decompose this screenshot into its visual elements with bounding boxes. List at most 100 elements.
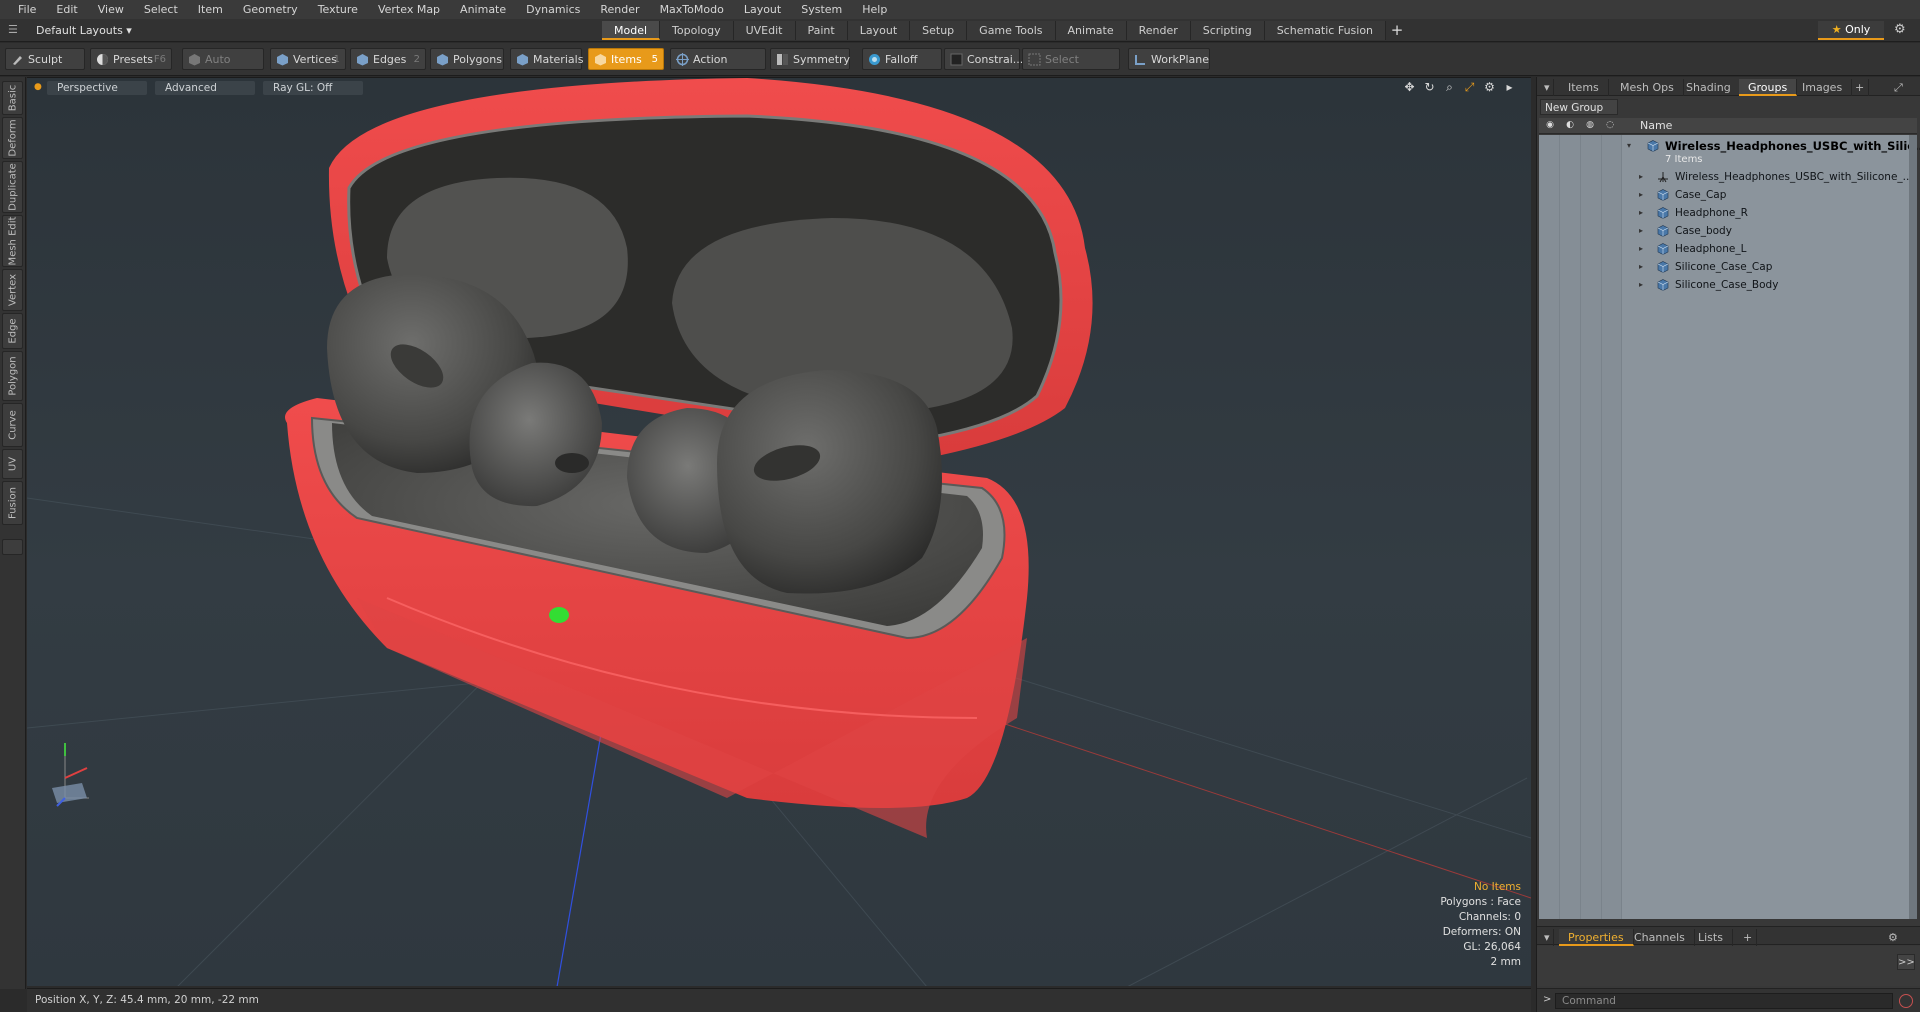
play-icon[interactable]: ▸ [1502, 80, 1517, 95]
tab-layout[interactable]: Layout [847, 21, 911, 40]
menu-item-help[interactable]: Help [852, 0, 897, 19]
perspective-button[interactable]: Perspective [47, 81, 147, 95]
maximize-icon[interactable]: ⤢ [1462, 80, 1477, 95]
vertices-button[interactable]: Vertices 1 [270, 48, 346, 70]
menu-item-item[interactable]: Item [188, 0, 233, 19]
tab-setup[interactable]: Setup [910, 21, 968, 40]
palette-extra-button[interactable] [2, 539, 23, 555]
action-center-button[interactable]: Action Center [670, 48, 766, 88]
palette-tab-fusion[interactable]: Fusion [2, 481, 23, 525]
tab-paint[interactable]: Paint [795, 21, 848, 40]
tab-schematic-fusion[interactable]: Schematic Fusion [1264, 21, 1387, 40]
presets-button[interactable]: Presets F6 [90, 48, 172, 70]
group-child-row[interactable]: ▸ Silicone_Case_Body [1621, 276, 1917, 294]
tree-toggle-icon[interactable]: ▸ [1639, 222, 1643, 240]
tab-topology[interactable]: Topology [660, 21, 734, 40]
pan-icon[interactable]: ✥ [1402, 80, 1417, 95]
select-through-button[interactable]: Select Through [1022, 48, 1120, 88]
zoom-icon[interactable]: ⌕ [1442, 80, 1457, 95]
group-child-row[interactable]: ▸ Silicone_Case_Cap [1621, 258, 1917, 276]
tab-render[interactable]: Render [1126, 21, 1191, 40]
expand-button[interactable]: >> [1897, 954, 1915, 970]
items-button[interactable]: Items 5 [588, 48, 664, 70]
panel-tab-mesh-ops[interactable]: Mesh Ops [1611, 79, 1684, 96]
palette-tab-polygon[interactable]: Polygon [2, 351, 23, 401]
new-group-button[interactable]: New Group [1540, 99, 1618, 115]
menu-item-system[interactable]: System [791, 0, 852, 19]
palette-tab-uv[interactable]: UV [2, 449, 23, 479]
tree-toggle-icon[interactable]: ▸ [1639, 168, 1643, 186]
workplane-button[interactable]: WorkPlane [1128, 48, 1210, 70]
properties-tab-properties[interactable]: Properties [1559, 929, 1634, 946]
symmetry-button[interactable]: Symmetry [770, 48, 850, 70]
render-icon[interactable]: ◐ [1563, 120, 1577, 132]
3d-viewport[interactable]: ● Perspective Advanced Ray GL: Off ✥ ↻ ⌕… [27, 77, 1531, 986]
sculpt-button[interactable]: Sculpt [5, 48, 85, 70]
tab-uvedit[interactable]: UVEdit [733, 21, 796, 40]
auto-select-button[interactable]: Auto Select [182, 48, 264, 88]
tab-game-tools[interactable]: Game Tools [967, 21, 1056, 40]
group-child-row[interactable]: ▸ Headphone_R [1621, 204, 1917, 222]
properties-settings-icon[interactable]: ⚙ [1885, 929, 1901, 946]
tab-model[interactable]: Model [602, 21, 661, 40]
add-properties-tab-icon[interactable]: + [1739, 929, 1758, 946]
menu-item-dynamics[interactable]: Dynamics [516, 0, 590, 19]
group-count[interactable]: 7 Items [1621, 151, 1917, 169]
menu-item-layout[interactable]: Layout [734, 0, 791, 19]
menu-item-geometry[interactable]: Geometry [233, 0, 308, 19]
gear-icon[interactable]: ⚙ [1894, 22, 1906, 37]
panel-maximize-icon[interactable]: ⤢ [1891, 79, 1906, 96]
group-child-row[interactable]: ▸ Wireless_Headphones_USBC_with_Silicone_… [1621, 168, 1917, 186]
tab-scripting[interactable]: Scripting [1190, 21, 1265, 40]
add-panel-tab-icon[interactable]: + [1851, 79, 1870, 96]
group-child-row[interactable]: ▸ Case_Cap [1621, 186, 1917, 204]
edges-button[interactable]: Edges 2 [350, 48, 426, 70]
panel-tab-shading[interactable]: Shading [1677, 79, 1741, 96]
only-toggle-button[interactable]: ★ Only [1818, 21, 1884, 40]
menu-item-vertex-map[interactable]: Vertex Map [368, 0, 450, 19]
group-child-row[interactable]: ▸ Case_body [1621, 222, 1917, 240]
menu-item-select[interactable]: Select [134, 0, 188, 19]
menu-item-edit[interactable]: Edit [46, 0, 87, 19]
palette-tab-deform[interactable]: Deform [2, 117, 23, 159]
list-scrollbar[interactable] [1909, 135, 1917, 919]
materials-button[interactable]: Materials [510, 48, 583, 70]
palette-tab-edge[interactable]: Edge [2, 313, 23, 349]
tree-toggle-icon[interactable]: ▸ [1639, 240, 1643, 258]
panel-menu-icon[interactable]: ▾ [1541, 79, 1554, 96]
group-child-row[interactable]: ▸ Headphone_L [1621, 240, 1917, 258]
properties-tab-lists[interactable]: Lists [1689, 929, 1733, 946]
select-icon[interactable]: ◌ [1603, 120, 1617, 132]
palette-tab-curve[interactable]: Curve [2, 403, 23, 447]
falloff-button[interactable]: Falloff [862, 48, 942, 70]
layout-menu-icon[interactable]: ☰ [8, 23, 22, 37]
tree-toggle-icon[interactable]: ▸ [1639, 186, 1643, 204]
palette-tab-vertex[interactable]: Vertex [2, 269, 23, 311]
menu-item-animate[interactable]: Animate [450, 0, 516, 19]
menu-item-render[interactable]: Render [590, 0, 649, 19]
constraints-button[interactable]: Constrai... [944, 48, 1023, 70]
properties-menu-icon[interactable]: ▾ [1541, 929, 1554, 946]
polygons-button[interactable]: Polygons [430, 48, 504, 70]
raygl-button[interactable]: Ray GL: Off [263, 81, 363, 95]
menu-item-file[interactable]: File [8, 0, 46, 19]
tree-toggle-icon[interactable]: ▸ [1639, 258, 1643, 276]
command-input[interactable] [1555, 993, 1893, 1009]
panel-tab-images[interactable]: Images [1793, 79, 1853, 96]
layout-selector[interactable]: Default Layouts ▾ [36, 22, 132, 39]
name-column-header[interactable]: Name [1640, 118, 1672, 134]
rotate-icon[interactable]: ↻ [1422, 80, 1437, 95]
panel-tab-items[interactable]: Items [1559, 79, 1609, 96]
tree-toggle-icon[interactable]: ▸ [1639, 204, 1643, 222]
menu-item-texture[interactable]: Texture [308, 0, 368, 19]
tab-animate[interactable]: Animate [1055, 21, 1127, 40]
advanced-button[interactable]: Advanced [155, 81, 255, 95]
viewport-menu-icon[interactable]: ● [34, 82, 42, 92]
palette-tab-duplicate[interactable]: Duplicate [2, 161, 23, 213]
lock-icon[interactable]: ◍ [1583, 120, 1597, 132]
clear-command-icon[interactable] [1899, 994, 1913, 1008]
eye-icon[interactable]: ◉ [1543, 120, 1557, 132]
palette-tab-basic[interactable]: Basic [2, 81, 23, 115]
properties-tab-channels[interactable]: Channels [1625, 929, 1695, 946]
panel-tab-groups[interactable]: Groups [1739, 79, 1798, 96]
